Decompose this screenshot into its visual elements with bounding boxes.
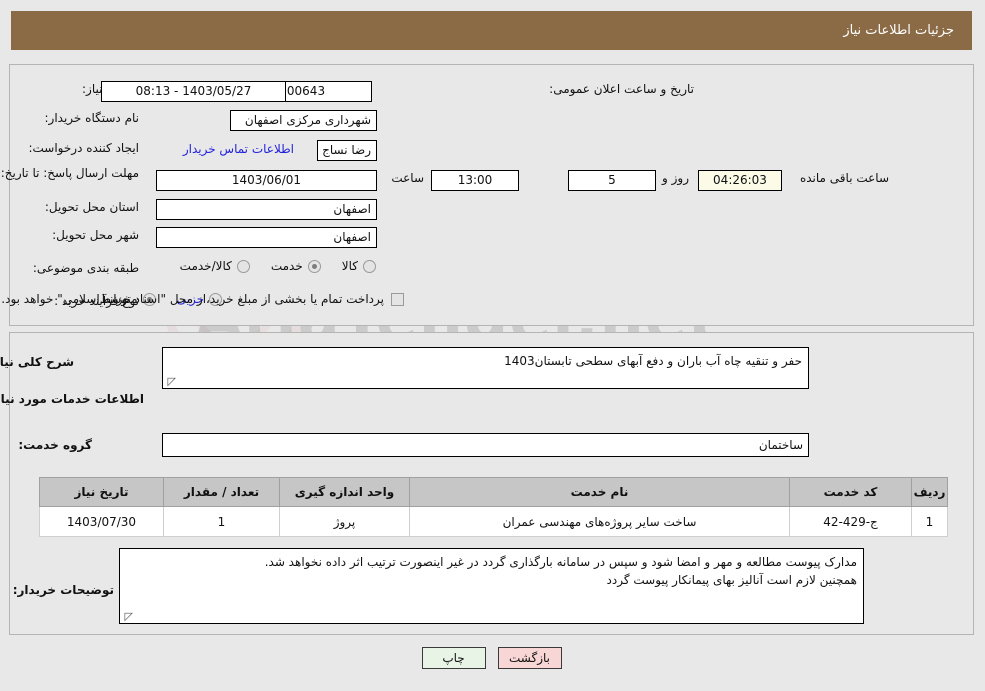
deadline-label: مهلت ارسال پاسخ: تا تاریخ: (1, 166, 140, 180)
category-radio-2[interactable] (237, 259, 251, 273)
category-radio-group[interactable]: کالا خدمت کالا/خدمت (167, 259, 377, 273)
page-title: جزئیات اطلاعات نیاز (844, 23, 955, 38)
table-header-row: ردیف کد خدمت نام خدمت واحد اندازه گیری ت… (40, 477, 949, 507)
announce-date-value: 1403/05/27 - 08:13 (102, 81, 287, 102)
col-date: تاریخ نیاز (40, 477, 165, 507)
service-group-label: گروه خدمت: (19, 438, 93, 452)
cell-code: ج-429-42 (790, 506, 913, 537)
resize-grip-icon[interactable]: ◸ (167, 376, 177, 387)
buyer-contact-link[interactable]: اطلاعات تماس خریدار (184, 142, 295, 156)
col-radif: ردیف (912, 477, 949, 507)
deadline-date-value: 1403/06/01 (157, 170, 378, 191)
page-title-bar: جزئیات اطلاعات نیاز (12, 11, 973, 50)
buyer-org-value: شهرداری مرکزی اصفهان (231, 110, 378, 131)
col-qty: تعداد / مقدار (164, 477, 281, 507)
buyer-notes-label: توضیحات خریدار: (13, 583, 115, 597)
buyer-notes-value: مدارک پیوست مطالعه و مهر و امضا شود و سپ… (265, 555, 858, 587)
cell-qty: 1 (164, 506, 281, 537)
description-label: شرح کلی نیاز: (0, 355, 75, 369)
creator-label: ایجاد کننده درخواست: (29, 141, 140, 155)
back-button[interactable]: بازگشت (498, 647, 563, 669)
col-code: کد خدمت (790, 477, 913, 507)
print-button[interactable]: چاپ (422, 647, 487, 669)
category-option-1[interactable]: خدمت (272, 259, 322, 273)
services-table: ردیف کد خدمت نام خدمت واحد اندازه گیری ت… (40, 477, 949, 537)
cell-date: 1403/07/30 (40, 506, 165, 537)
category-radio-1[interactable] (308, 259, 322, 273)
creator-value: رضا نساج نجف آبادی کاربرداز منطقه 8 شهرد… (318, 140, 378, 161)
days-remaining-label: روز و (663, 171, 690, 185)
deadline-hour-value: 13:00 (432, 170, 520, 191)
service-group-value: ساختمان (163, 433, 810, 457)
col-name: نام خدمت (410, 477, 791, 507)
days-remaining-value: 5 (569, 170, 657, 191)
category-radio-label-2: کالا/خدمت (180, 259, 233, 273)
province-value: اصفهان (157, 199, 378, 220)
countdown-timer-label: ساعت باقی مانده (800, 171, 890, 185)
need-info-panel (10, 64, 975, 326)
deadline-hour-label: ساعت (392, 171, 425, 185)
category-radio-0[interactable] (364, 259, 377, 273)
cell-name: ساخت سایر پروژه‌های مهندسی عمران (410, 506, 791, 537)
description-value: حفر و تنقیه چاه آب باران و دفع آبهای سطح… (505, 354, 803, 368)
countdown-timer-value: 04:26:03 (699, 170, 783, 191)
category-radio-label-0: کالا (342, 259, 359, 273)
treasury-bond-label: پرداخت تمام یا بخشی از مبلغ خرید،از محل … (2, 292, 385, 306)
col-unit: واحد اندازه گیری (280, 477, 411, 507)
table-row: 1 ج-429-42 ساخت سایر پروژه‌های مهندسی عم… (40, 506, 949, 537)
category-option-2[interactable]: کالا/خدمت (181, 259, 251, 273)
category-label: طبقه بندی موضوعی: (33, 261, 140, 275)
buyer-org-label: نام دستگاه خریدار: (45, 111, 141, 125)
category-radio-label-1: خدمت (271, 259, 304, 273)
cell-unit: پروژ (280, 506, 411, 537)
resize-grip-icon[interactable]: ◸ (124, 611, 134, 622)
city-label: شهر محل تحویل: (53, 228, 140, 242)
announce-date-label: تاریخ و ساعت اعلان عمومی: (550, 82, 695, 96)
footer-button-row: بازگشت چاپ (0, 647, 985, 669)
services-section-title: اطلاعات خدمات مورد نیاز (0, 392, 145, 406)
city-value: اصفهان (157, 227, 378, 248)
cell-radif: 1 (912, 506, 949, 537)
category-option-0[interactable]: کالا (343, 259, 377, 273)
province-label: استان محل تحویل: (45, 200, 140, 214)
buyer-notes-textarea[interactable]: مدارک پیوست مطالعه و مهر و امضا شود و سپ… (120, 548, 865, 624)
description-textarea[interactable]: حفر و تنقیه چاه آب باران و دفع آبهای سطح… (163, 347, 810, 389)
treasury-bond-checkbox[interactable] (392, 292, 405, 306)
